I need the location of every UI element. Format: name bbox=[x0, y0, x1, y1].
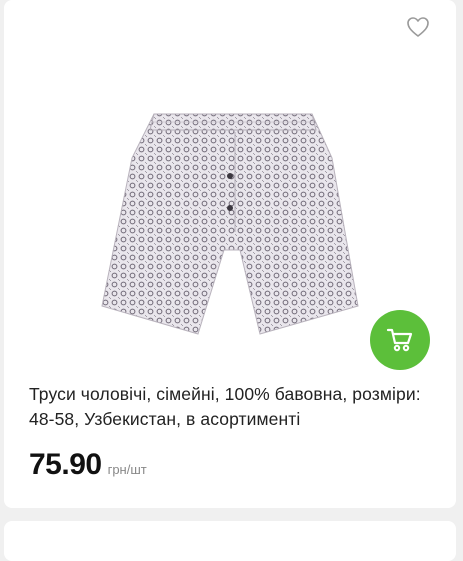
price-unit: грн/шт bbox=[107, 462, 147, 477]
product-image[interactable] bbox=[92, 100, 372, 346]
favorite-button[interactable] bbox=[406, 16, 430, 38]
heart-outline-icon bbox=[407, 17, 429, 37]
product-card[interactable]: Труси чоловічі, сімейні, 100% бавовна, р… bbox=[4, 0, 456, 508]
product-price: 75.90 bbox=[29, 448, 102, 481]
next-product-card[interactable] bbox=[4, 521, 456, 561]
add-to-cart-button[interactable] bbox=[370, 310, 430, 370]
price-row: 75.90 грн/шт bbox=[29, 448, 147, 482]
cart-icon bbox=[386, 328, 413, 352]
product-title[interactable]: Труси чоловічі, сімейні, 100% бавовна, р… bbox=[29, 382, 439, 432]
